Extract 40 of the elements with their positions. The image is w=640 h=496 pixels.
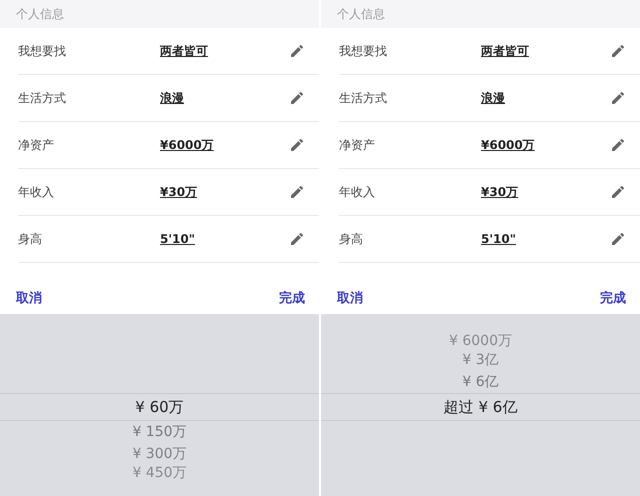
field-label: 身高 [18,230,43,248]
picker-wheel[interactable]: ¥ 6000万 ¥ 3亿 ¥ 6亿 超过 ¥ 6亿 [321,314,640,496]
field-label: 我想要找 [339,42,388,60]
picker-wheel[interactable]: ¥ 60万 ¥ 150万 ¥ 300万 ¥ 450万 [0,314,319,496]
field-value[interactable]: 5'10" [481,232,610,246]
field-value[interactable]: 浪漫 [160,90,289,106]
field-value[interactable]: ¥6000万 [160,136,289,154]
field-value[interactable]: ¥30万 [160,184,289,200]
picker-option[interactable]: 超过 ¥ 6亿 [444,396,518,418]
cancel-button[interactable]: 取消 [337,288,363,306]
cancel-button[interactable]: 取消 [16,288,42,306]
field-value[interactable]: ¥30万 [481,184,610,200]
section-title: 个人信息 [337,6,385,22]
field-value[interactable]: 浪漫 [481,90,610,106]
field-value[interactable]: 两者皆可 [160,42,289,60]
pencil-icon[interactable] [610,43,626,59]
pencil-icon[interactable] [610,231,626,247]
field-label: 净资产 [18,136,55,154]
done-button[interactable]: 完成 [279,288,305,306]
pencil-icon[interactable] [289,90,305,106]
field-label: 生活方式 [18,90,67,106]
picker-option[interactable]: ¥ 60万 [135,396,184,418]
field-label: 生活方式 [339,90,388,106]
pencil-icon[interactable] [289,43,305,59]
pencil-icon[interactable] [289,137,305,153]
pencil-icon[interactable] [289,231,305,247]
field-label: 年收入 [339,184,376,200]
pencil-icon[interactable] [610,90,626,106]
done-button[interactable]: 完成 [600,288,626,306]
field-label: 我想要找 [18,42,67,60]
pencil-icon[interactable] [610,184,626,200]
pencil-icon[interactable] [610,137,626,153]
field-label: 年收入 [18,184,55,200]
field-value[interactable]: 两者皆可 [481,42,610,60]
section-title: 个人信息 [16,6,64,22]
field-value[interactable]: 5'10" [160,232,289,246]
pencil-icon[interactable] [289,184,305,200]
field-label: 身高 [339,230,364,248]
field-label: 净资产 [339,136,376,154]
field-value[interactable]: ¥6000万 [481,136,610,154]
